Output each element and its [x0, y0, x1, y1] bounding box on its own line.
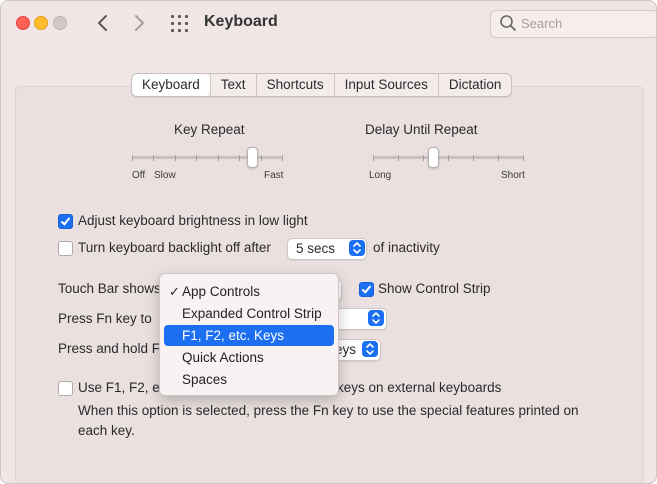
popup-chevron-icon	[368, 310, 384, 326]
use-f-keys-checkbox[interactable]	[58, 381, 73, 396]
slider-tick	[196, 155, 197, 161]
tab-bar: Keyboard Text Shortcuts Input Sources Di…	[131, 73, 513, 97]
inactivity-label: of inactivity	[373, 240, 440, 255]
menu-item-label: Quick Actions	[182, 350, 264, 365]
touch-bar-dropdown-menu: ✓ App Controls Expanded Control Strip F1…	[159, 273, 339, 396]
show-control-strip-checkbox[interactable]	[359, 282, 374, 297]
window-title: Keyboard	[204, 13, 278, 30]
show-control-strip-label: Show Control Strip	[378, 281, 491, 296]
slider-tick	[239, 155, 240, 161]
press-hold-label: Press and hold F	[58, 341, 161, 356]
menu-item-app-controls[interactable]: ✓ App Controls	[164, 281, 334, 302]
preferences-window: Keyboard Search Keyboard Text Shortcuts …	[0, 0, 657, 484]
tab-dictation[interactable]: Dictation	[437, 74, 512, 96]
forward-arrow-icon[interactable]	[127, 11, 151, 35]
slider-tick	[398, 155, 399, 161]
menu-item-label: App Controls	[182, 284, 261, 299]
tab-keyboard[interactable]: Keyboard	[132, 74, 210, 96]
zoom-button[interactable]	[53, 16, 67, 30]
search-icon	[499, 14, 517, 37]
touch-bar-label: Touch Bar shows	[58, 281, 161, 296]
use-f-keys-label-start: Use F1, F2, et	[78, 380, 164, 395]
tab-text[interactable]: Text	[209, 74, 256, 96]
backlight-off-checkbox[interactable]	[58, 241, 73, 256]
use-f-keys-description: When this option is selected, press the …	[78, 403, 579, 438]
slider-tick	[523, 155, 524, 161]
adjust-brightness-checkbox[interactable]	[58, 214, 73, 229]
title-bar: Keyboard Search	[1, 1, 656, 47]
tab-input-sources[interactable]: Input Sources	[333, 74, 438, 96]
menu-item-expanded-control-strip[interactable]: Expanded Control Strip	[164, 303, 334, 324]
popup-chevron-icon	[362, 341, 378, 357]
delay-short-label: Short	[501, 170, 525, 181]
close-button[interactable]	[16, 16, 30, 30]
show-all-grid-icon[interactable]	[171, 15, 188, 32]
minimize-button[interactable]	[34, 16, 48, 30]
popup-chevron-icon	[349, 240, 365, 256]
use-f-keys-label-end: keys on external keyboards	[337, 380, 502, 395]
backlight-off-label: Turn keyboard backlight off after	[78, 240, 271, 255]
delay-long-label: Long	[369, 170, 392, 181]
key-repeat-off-label: Off	[132, 170, 146, 181]
search-placeholder: Search	[521, 16, 563, 31]
back-arrow-icon[interactable]	[91, 11, 115, 35]
slider-tick	[473, 155, 474, 161]
menu-item-quick-actions[interactable]: Quick Actions	[164, 347, 334, 368]
checkmark-icon: ✓	[169, 284, 180, 299]
menu-item-spaces[interactable]: Spaces	[164, 369, 334, 390]
adjust-brightness-label: Adjust keyboard brightness in low light	[78, 213, 308, 228]
slider-tick	[153, 155, 154, 161]
menu-item-f-keys[interactable]: F1, F2, etc. Keys	[164, 325, 334, 346]
backlight-timeout-value: 5 secs	[296, 241, 336, 256]
menu-item-label: Spaces	[182, 372, 228, 387]
key-repeat-slow-label: Slow	[154, 170, 176, 181]
key-repeat-slider-knob[interactable]	[247, 147, 258, 168]
slider-tick	[132, 155, 133, 161]
tab-shortcuts[interactable]: Shortcuts	[255, 74, 334, 96]
slider-tick	[261, 155, 262, 161]
key-repeat-fast-label: Fast	[264, 170, 284, 181]
search-field[interactable]: Search	[490, 10, 656, 38]
backlight-timeout-popup[interactable]: 5 secs	[287, 238, 367, 260]
delay-repeat-slider-knob[interactable]	[428, 147, 439, 168]
slider-tick	[373, 155, 374, 161]
slider-tick	[498, 155, 499, 161]
slider-tick	[448, 155, 449, 161]
key-repeat-title: Key Repeat	[174, 122, 245, 137]
menu-item-label: F1, F2, etc. Keys	[182, 328, 285, 343]
delay-repeat-title: Delay Until Repeat	[365, 122, 478, 137]
slider-tick	[218, 155, 219, 161]
menu-item-label: Expanded Control Strip	[182, 306, 322, 321]
slider-tick	[423, 155, 424, 161]
slider-tick	[282, 155, 283, 161]
fn-key-label: Press Fn key to	[58, 311, 152, 326]
slider-tick	[175, 155, 176, 161]
